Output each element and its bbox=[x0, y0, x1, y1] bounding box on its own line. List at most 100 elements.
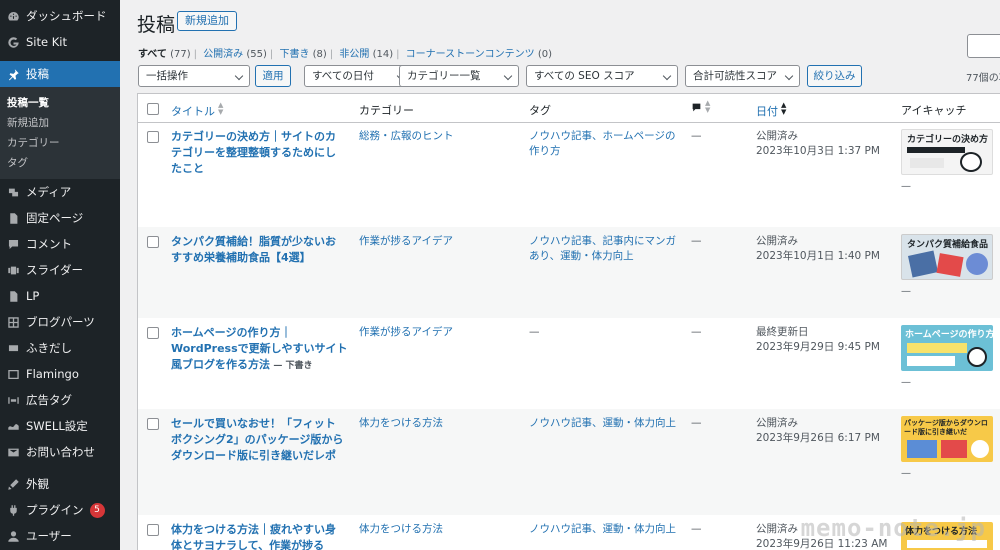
sort-icon: ▲ ▼ bbox=[781, 101, 787, 116]
thumbnail-caption: — bbox=[901, 377, 911, 388]
apply-button[interactable]: 適用 bbox=[255, 65, 291, 87]
post-tags[interactable]: ノウハウ記事、ホームページの作り方 bbox=[529, 129, 679, 159]
post-thumbnail[interactable]: ホームページの作り方 bbox=[901, 325, 993, 371]
view-published[interactable]: 公開済み bbox=[203, 49, 243, 60]
pin-icon bbox=[6, 67, 20, 81]
table-row: ホームページの作り方｜WordPressで更新しやすいサイト風ブログを作る方法 … bbox=[138, 318, 1000, 409]
post-tags[interactable]: ノウハウ記事、記事内にマンガあり、運動・体力向上 bbox=[529, 234, 679, 264]
submenu-tags[interactable]: タグ bbox=[0, 153, 120, 173]
menu-flamingo[interactable]: Flamingo bbox=[0, 361, 120, 387]
post-status: 公開済み bbox=[756, 235, 798, 247]
thumbnail-caption: — bbox=[901, 468, 911, 479]
post-thumbnail[interactable]: カテゴリーの決め方 bbox=[901, 129, 993, 175]
post-status: 最終更新日 bbox=[756, 326, 809, 338]
table-row: タンパク質補給！脂質が少ないおすすめ栄養補助食品【4選】 作業が捗るアイデア ノ… bbox=[138, 227, 1000, 318]
filter-button[interactable]: 絞り込み bbox=[807, 65, 862, 87]
post-title-link[interactable]: 体力をつける方法｜疲れやすい身体とサヨナラして、作業が捗る日々を bbox=[171, 523, 336, 550]
slider-icon bbox=[6, 263, 20, 277]
post-date: 2023年9月29日 9:45 PM bbox=[756, 341, 880, 353]
plugin-icon bbox=[6, 503, 20, 517]
post-date: 2023年10月1日 1:40 PM bbox=[756, 250, 880, 262]
post-title-cell: 体力をつける方法｜疲れやすい身体とサヨナラして、作業が捗る日々を bbox=[171, 522, 346, 550]
menu-dashboard[interactable]: ダッシュボード bbox=[0, 3, 120, 29]
menu-posts[interactable]: 投稿 bbox=[0, 61, 120, 87]
view-drafts[interactable]: 下書き bbox=[279, 49, 309, 60]
post-category[interactable]: 体力をつける方法 bbox=[359, 522, 519, 537]
menu-balloon[interactable]: ふきだし bbox=[0, 335, 120, 361]
menu-comments[interactable]: コメント bbox=[0, 231, 120, 257]
thumbnail-caption: — bbox=[901, 286, 911, 297]
date-filter-select[interactable]: すべての日付 bbox=[304, 65, 412, 87]
comment-icon bbox=[6, 237, 20, 251]
lp-icon bbox=[6, 289, 20, 303]
menu-slider[interactable]: スライダー bbox=[0, 257, 120, 283]
menu-blog-parts[interactable]: ブログパーツ bbox=[0, 309, 120, 335]
sort-icon: ▲ ▼ bbox=[705, 99, 711, 114]
bulk-action-select[interactable]: 一括操作 bbox=[138, 65, 250, 87]
view-cornerstone[interactable]: コーナーストーンコンテンツ bbox=[406, 49, 535, 60]
column-tags: タグ bbox=[529, 104, 551, 117]
post-state: — 下書き bbox=[273, 361, 313, 371]
submenu-all-posts[interactable]: 投稿一覧 bbox=[0, 93, 120, 113]
post-title-link[interactable]: セールで買いなおせ！「フィットボクシング2」のパッケージ版からダウンロード版に引… bbox=[171, 417, 343, 462]
media-icon bbox=[6, 185, 20, 199]
ad-icon bbox=[6, 393, 20, 407]
plugin-update-badge: 5 bbox=[89, 502, 105, 518]
posts-table: タイトル ▲ ▼ カテゴリー タグ ▲ ▼ 日付 ▲ ▼ アイキャッチ カテゴリーの決め方… bbox=[137, 93, 1000, 550]
balloon-icon bbox=[6, 341, 20, 355]
column-title[interactable]: タイトル ▲ ▼ bbox=[171, 102, 223, 119]
menu-sitekit[interactable]: Site Kit bbox=[0, 29, 120, 55]
menu-plugins[interactable]: プラグイン 5 bbox=[0, 497, 120, 523]
menu-media[interactable]: メディア bbox=[0, 179, 120, 205]
post-category[interactable]: 総務・広報のヒント bbox=[359, 129, 519, 144]
menu-swell-settings[interactable]: SWELL設定 bbox=[0, 413, 120, 439]
menu-lp[interactable]: LP bbox=[0, 283, 120, 309]
flamingo-icon bbox=[6, 367, 20, 381]
select-all-checkbox[interactable] bbox=[147, 103, 159, 115]
row-checkbox[interactable] bbox=[147, 327, 159, 339]
sitekit-icon bbox=[6, 35, 20, 49]
posts-submenu: 投稿一覧 新規追加 カテゴリー タグ bbox=[0, 87, 120, 179]
add-new-post-button[interactable]: 新規追加 bbox=[177, 11, 237, 31]
post-category[interactable]: 作業が捗るアイデア bbox=[359, 234, 519, 249]
menu-appearance[interactable]: 外観 bbox=[0, 471, 120, 497]
column-category: カテゴリー bbox=[359, 104, 414, 117]
submenu-add-new[interactable]: 新規追加 bbox=[0, 113, 120, 133]
post-date-cell: 最終更新日 2023年9月29日 9:45 PM bbox=[756, 325, 896, 355]
site-watermark: memo-note.jp bbox=[800, 514, 986, 542]
post-status: 公開済み bbox=[756, 417, 798, 429]
post-tags[interactable]: ノウハウ記事、運動・体力向上 bbox=[529, 416, 679, 431]
category-filter-select[interactable]: カテゴリー一覧 bbox=[399, 65, 519, 87]
readability-score-select[interactable]: 合計可読性スコア bbox=[685, 65, 800, 87]
post-comments: — bbox=[691, 235, 702, 247]
submenu-categories[interactable]: カテゴリー bbox=[0, 133, 120, 153]
page-title: 投稿 bbox=[137, 14, 176, 36]
table-row: セールで買いなおせ！「フィットボクシング2」のパッケージ版からダウンロード版に引… bbox=[138, 409, 1000, 515]
user-icon bbox=[6, 529, 20, 543]
search-input[interactable] bbox=[967, 34, 1000, 58]
column-comments[interactable]: ▲ ▼ bbox=[691, 100, 710, 116]
post-title-link[interactable]: カテゴリーの決め方｜サイトのカテゴリーを整理整頓するためにしたこと bbox=[171, 130, 336, 175]
post-thumbnail[interactable]: パッケージ版からダウンロード版に引き継いだ bbox=[901, 416, 993, 462]
menu-ad-tag[interactable]: 広告タグ bbox=[0, 387, 120, 413]
thumbnail-caption: — bbox=[901, 181, 911, 192]
row-checkbox[interactable] bbox=[147, 236, 159, 248]
view-private[interactable]: 非公開 bbox=[339, 49, 369, 60]
row-checkbox[interactable] bbox=[147, 524, 159, 536]
view-all[interactable]: すべて bbox=[138, 49, 167, 60]
seo-score-select[interactable]: すべての SEO スコア bbox=[526, 65, 678, 87]
post-title-link[interactable]: ホームページの作り方｜WordPressで更新しやすいサイト風ブログを作る方法 bbox=[171, 326, 348, 371]
row-checkbox[interactable] bbox=[147, 131, 159, 143]
row-checkbox[interactable] bbox=[147, 418, 159, 430]
post-tags[interactable]: ノウハウ記事、運動・体力向上 bbox=[529, 522, 679, 537]
menu-users[interactable]: ユーザー bbox=[0, 523, 120, 549]
menu-pages[interactable]: 固定ページ bbox=[0, 205, 120, 231]
post-title-link[interactable]: タンパク質補給！脂質が少ないおすすめ栄養補助食品【4選】 bbox=[171, 235, 336, 264]
post-category[interactable]: 作業が捗るアイデア bbox=[359, 325, 519, 340]
post-title-cell: セールで買いなおせ！「フィットボクシング2」のパッケージ版からダウンロード版に引… bbox=[171, 416, 346, 464]
column-date[interactable]: 日付 ▲ ▼ bbox=[756, 102, 786, 119]
menu-contact[interactable]: お問い合わせ bbox=[0, 439, 120, 465]
filter-bar: 一括操作 適用 すべての日付 カテゴリー一覧 すべての SEO スコア 合計可読… bbox=[120, 65, 1000, 87]
post-category[interactable]: 体力をつける方法 bbox=[359, 416, 519, 431]
post-thumbnail[interactable]: タンパク質補給食品 bbox=[901, 234, 993, 280]
